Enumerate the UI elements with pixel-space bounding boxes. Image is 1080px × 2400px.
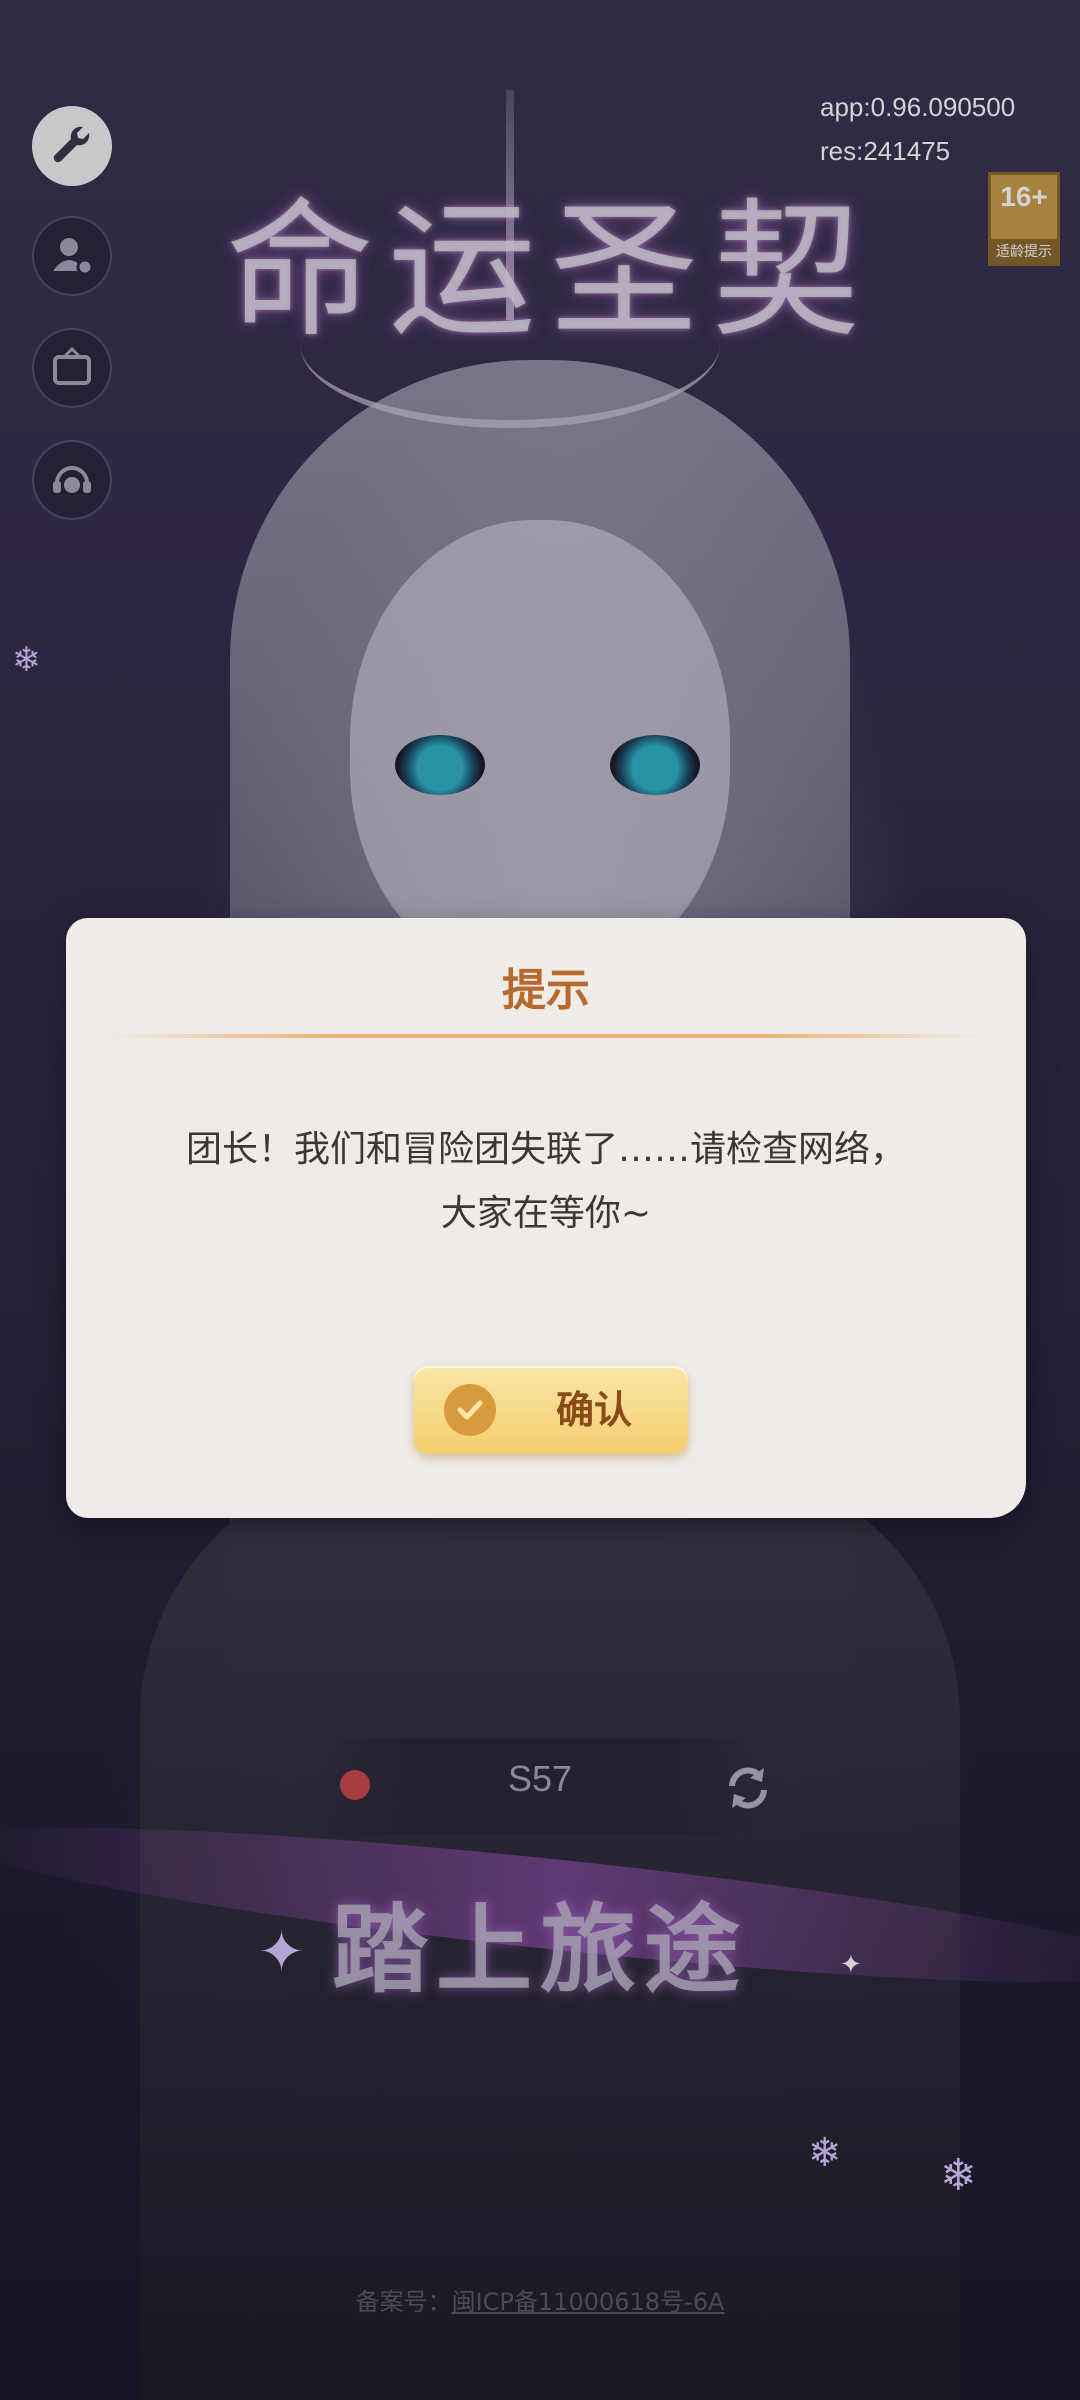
dialog-title: 提示 bbox=[502, 965, 590, 1016]
checkmark-icon bbox=[444, 1384, 496, 1436]
dialog-message: 团长！我们和冒险团失联了……请检查网络，大家在等你~ bbox=[185, 1129, 906, 1234]
network-error-dialog: 提示 团长！我们和冒险团失联了……请检查网络，大家在等你~ 确认 bbox=[66, 918, 1026, 1518]
confirm-button[interactable]: 确认 bbox=[414, 1366, 688, 1454]
dialog-divider bbox=[106, 1034, 986, 1038]
confirm-label: 确认 bbox=[555, 1388, 632, 1432]
login-screen: ❄ ✦ ✦ ❄ ❄ 命运圣契 app:0.96.090500 res:24147 bbox=[0, 0, 1080, 2400]
